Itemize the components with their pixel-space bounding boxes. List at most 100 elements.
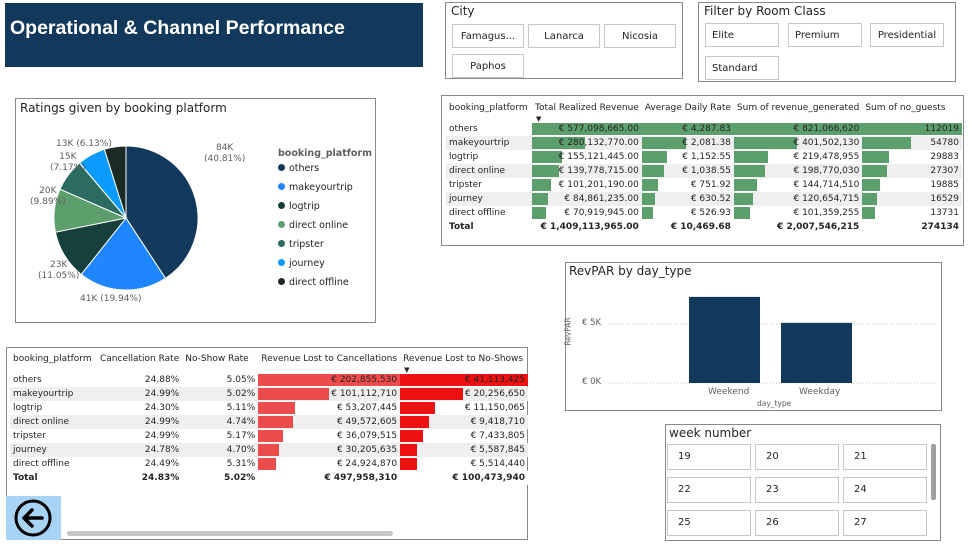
- col-header-sum-no-guests[interactable]: Sum of no_guests: [862, 100, 962, 122]
- col-header-sum-revenue-generated[interactable]: Sum of revenue_generated: [734, 100, 862, 122]
- room-option-standard[interactable]: Standard: [705, 56, 779, 80]
- table-cell: direct online: [10, 415, 97, 429]
- bar-cell: € 821,066,620: [733, 122, 863, 136]
- table-cell: direct offline: [449, 208, 506, 218]
- vertical-scrollbar[interactable]: [931, 444, 936, 500]
- data-bar: [641, 165, 665, 177]
- table-row[interactable]: direct offline 24.49% 5.31% € 24,924,870 € 5…: [10, 457, 528, 471]
- data-bar: [532, 151, 562, 163]
- week-option-20[interactable]: 20: [755, 444, 839, 470]
- col-header-revenue-lost-cancellations[interactable]: Revenue Lost to Cancellations: [258, 351, 400, 373]
- bar-cell: € 5,587,845: [400, 443, 528, 457]
- back-button[interactable]: [6, 496, 61, 540]
- bar-cell: € 120,654,715: [733, 192, 863, 206]
- data-bar: [862, 137, 912, 149]
- horizontal-scrollbar[interactable]: [67, 531, 393, 536]
- cell-value: € 53,207,445: [336, 403, 398, 413]
- col-header-booking-platform[interactable]: booking_platform: [446, 100, 532, 122]
- room-option-premium[interactable]: Premium: [788, 23, 862, 47]
- revpar-xtick-weekday: Weekday: [799, 387, 841, 397]
- ratings-pie-panel: Ratings given by booking platform 84K (4…: [15, 98, 376, 323]
- legend-item-direct-offline[interactable]: direct offline: [278, 277, 349, 288]
- cell-value: € 526.93: [690, 208, 731, 218]
- week-option-21[interactable]: 21: [843, 444, 927, 470]
- table-row[interactable]: tripster € 101,201,190.00 € 751.92 € 144,71…: [446, 178, 962, 192]
- table-row[interactable]: logtrip € 155,121,445.00 € 1,152.55 € 219,4…: [446, 150, 962, 164]
- total-cell: Total: [446, 220, 532, 234]
- revenue-table: booking_platform Total Realized Revenue ▼…: [446, 100, 962, 234]
- week-option-24[interactable]: 24: [843, 477, 927, 503]
- revenue-table-panel: booking_platform Total Realized Revenue ▼…: [441, 95, 964, 246]
- table-row[interactable]: journey 24.78% 4.70% € 30,205,635 € 5,587,84…: [10, 443, 528, 457]
- table-cell: direct offline: [13, 459, 70, 469]
- total-cell: € 10,469.68: [641, 220, 734, 234]
- col-header-cancellation-rate[interactable]: Cancellation Rate: [97, 351, 182, 373]
- legend-item-logtrip[interactable]: logtrip: [278, 201, 320, 212]
- week-option-25[interactable]: 25: [667, 510, 751, 536]
- revpar-bar-weekday[interactable]: [781, 322, 852, 383]
- col-header-average-daily-rate[interactable]: Average Daily Rate: [642, 100, 734, 122]
- legend-item-direct-online[interactable]: direct online: [278, 220, 348, 231]
- table-cell: logtrip: [449, 152, 479, 162]
- city-option-lanarca[interactable]: Lanarca: [528, 24, 600, 48]
- cell-value: € 101,359,255: [793, 208, 860, 218]
- bar-cell: € 30,205,635: [258, 443, 401, 457]
- cell-value: € 7,433,805: [470, 431, 525, 441]
- week-option-23[interactable]: 23: [755, 477, 839, 503]
- table-row[interactable]: makeyourtrip € 280,132,770.00 € 2,081.38 € …: [446, 136, 962, 150]
- cell-value: € 11,150,065: [464, 403, 525, 413]
- city-option-paphos[interactable]: Paphos: [452, 54, 524, 78]
- week-option-22[interactable]: 22: [667, 477, 751, 503]
- revpar-bar-weekend[interactable]: [689, 296, 760, 383]
- bar-cell: € 751.92: [641, 178, 734, 192]
- week-option-19[interactable]: 19: [667, 444, 751, 470]
- legend-dot-icon: [278, 164, 285, 171]
- bar-cell: € 7,433,805: [400, 429, 528, 443]
- room-class-slicer: Filter by Room Class Elite Premium Presi…: [698, 2, 956, 82]
- table-row[interactable]: logtrip 24.30% 5.11% € 53,207,445 € 11,150,0…: [10, 401, 528, 415]
- cell-value: € 144,714,510: [793, 180, 860, 190]
- table-row[interactable]: others 24.88% 5.05% € 202,855,530 € 41,113,4…: [10, 373, 528, 387]
- city-option-nicosia[interactable]: Nicosia: [604, 24, 676, 48]
- table-row[interactable]: others € 577,098,665.00 € 4,287.83 € 821,06…: [446, 122, 962, 136]
- table-row[interactable]: direct online € 139,778,715.00 € 1,038.55 €…: [446, 164, 962, 178]
- bar-cell: € 577,098,665.00: [532, 122, 642, 136]
- week-option-27[interactable]: 27: [843, 510, 927, 536]
- pie-label-makeyourtrip: 41K (19.94%): [80, 294, 142, 304]
- bar-cell: € 2,081.38: [641, 136, 734, 150]
- col-header-total-realized-revenue[interactable]: Total Realized Revenue ▼: [532, 100, 642, 123]
- table-row[interactable]: direct online 24.99% 4.74% € 49,572,605 € 9,…: [10, 415, 528, 429]
- cell-value: € 36,079,515: [336, 431, 398, 441]
- total-cell: € 1,409,113,965.00: [532, 220, 642, 234]
- revpar-ylabel: RevPAR: [563, 317, 573, 346]
- col-header-no-show-rate[interactable]: No-Show Rate: [182, 351, 258, 373]
- room-option-elite[interactable]: Elite: [705, 23, 779, 47]
- data-bar: [532, 165, 559, 177]
- table-row[interactable]: makeyourtrip 24.99% 5.02% € 101,112,710 € 20…: [10, 387, 528, 401]
- legend-item-journey[interactable]: journey: [278, 258, 325, 269]
- table-row[interactable]: journey € 84,861,235.00 € 630.52 € 120,654,…: [446, 192, 962, 206]
- total-cell: € 497,958,310: [258, 471, 401, 485]
- table-row[interactable]: tripster 24.99% 5.17% € 36,079,515 € 7,433,8…: [10, 429, 528, 443]
- room-option-presidential[interactable]: Presidential: [870, 23, 944, 47]
- col-header-booking-platform[interactable]: booking_platform: [10, 351, 97, 373]
- bar-cell: € 144,714,510: [733, 178, 862, 192]
- legend-item-tripster[interactable]: tripster: [278, 239, 324, 250]
- cell-value: 54780: [930, 138, 959, 148]
- col-header-revenue-lost-no-shows[interactable]: Revenue Lost to No-Shows ▼: [400, 351, 528, 374]
- data-bar: [641, 193, 656, 205]
- city-option-famagusta[interactable]: Famagus...: [452, 24, 524, 48]
- table-row[interactable]: direct offline € 70,919,945.00 € 526.93 € 1…: [446, 206, 962, 220]
- legend-item-makeyourtrip[interactable]: makeyourtrip: [278, 182, 353, 193]
- data-bar: [733, 137, 797, 149]
- room-class-slicer-title: Filter by Room Class: [704, 4, 826, 18]
- legend-item-others[interactable]: others: [278, 163, 319, 174]
- week-option-26[interactable]: 26: [755, 510, 839, 536]
- cell-value: 29883: [930, 152, 959, 162]
- legend-dot-icon: [278, 202, 285, 209]
- bar-cell: € 84,861,235.00: [532, 192, 642, 206]
- bar-cell: € 36,079,515: [258, 429, 400, 443]
- cell-value: € 1,038.55: [682, 166, 731, 176]
- table-cell: 24.99%: [97, 415, 183, 429]
- cell-value: 112019: [924, 124, 959, 134]
